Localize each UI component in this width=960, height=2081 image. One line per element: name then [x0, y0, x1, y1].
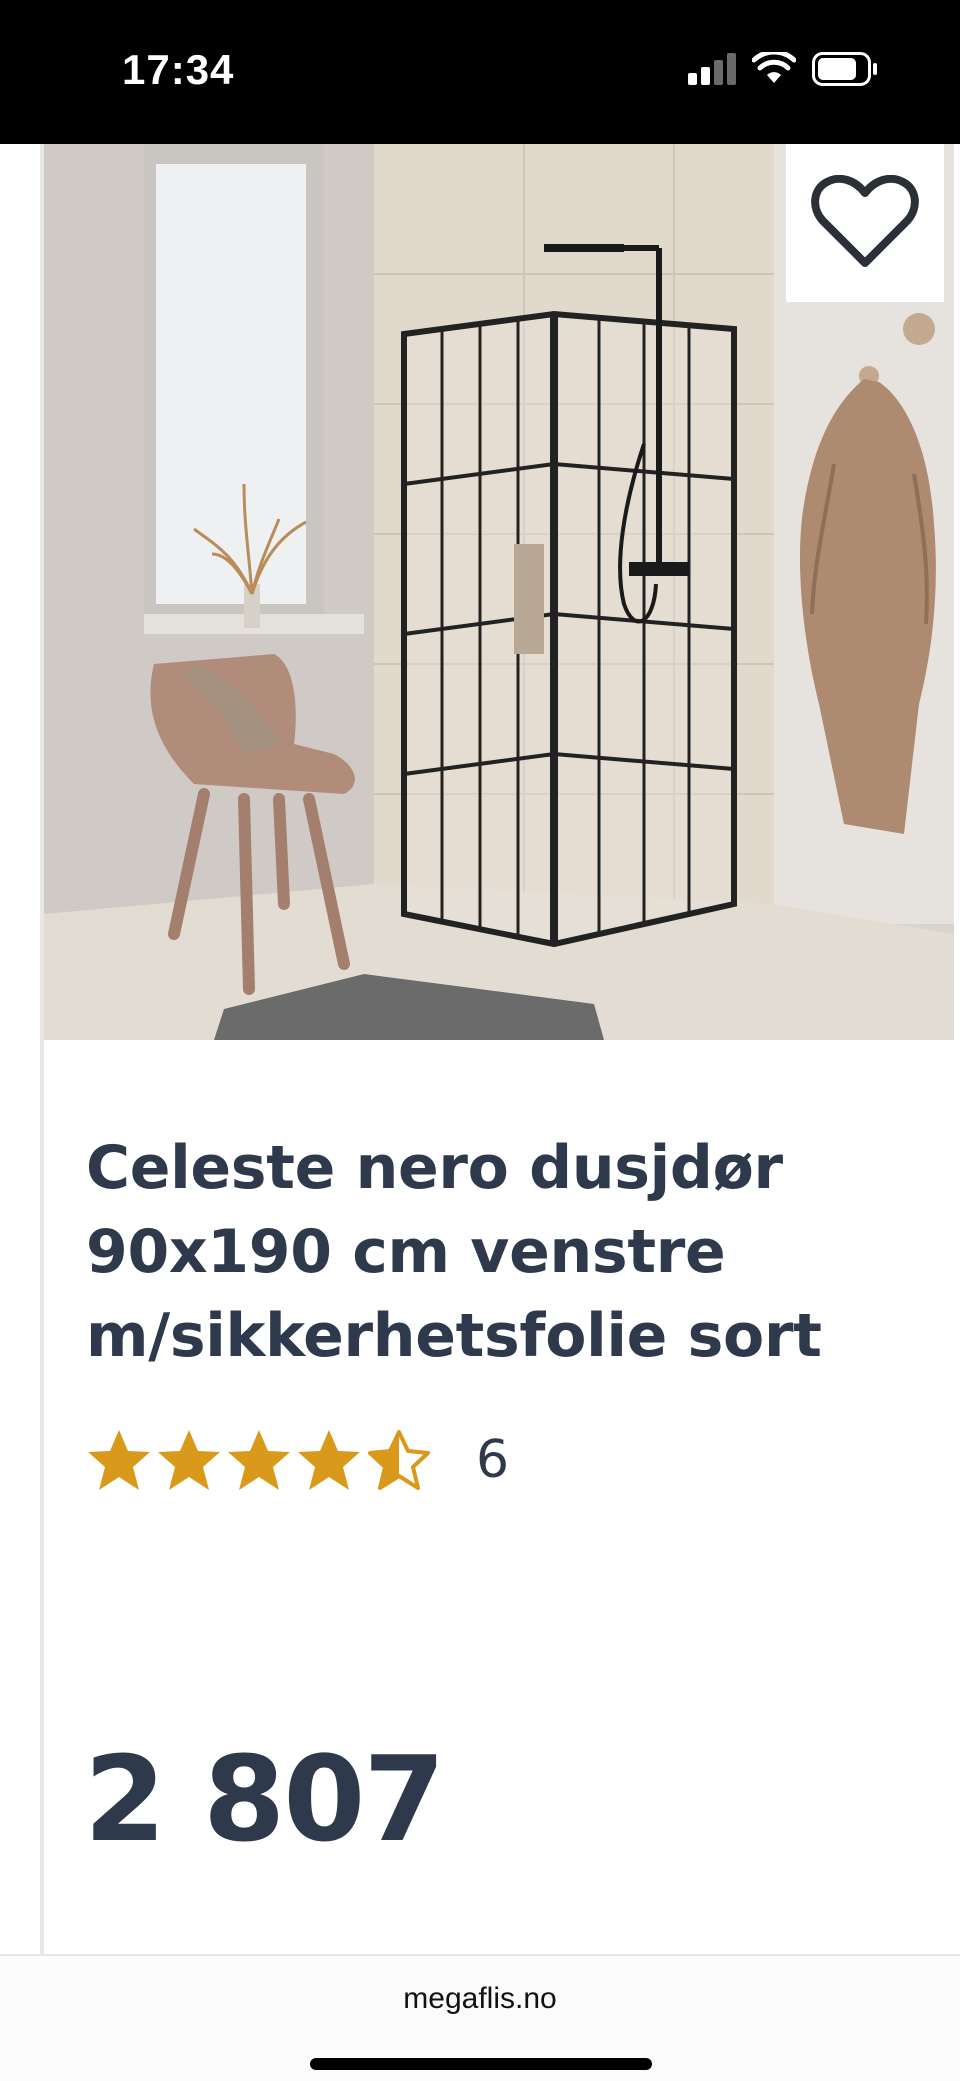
star-full-icon	[86, 1428, 152, 1492]
battery-icon	[812, 52, 878, 86]
status-bar: 17:34	[0, 0, 960, 144]
wifi-icon	[752, 52, 796, 86]
heart-outline-icon	[811, 175, 919, 271]
product-price: 2 807	[84, 1730, 445, 1868]
product-card[interactable]: Celeste nero dusjdør 90x190 cm venstre m…	[44, 144, 960, 1954]
star-full-icon	[226, 1428, 292, 1492]
product-rating[interactable]: 6	[86, 1428, 509, 1492]
star-full-icon	[156, 1428, 222, 1492]
cellular-signal-icon	[688, 53, 736, 85]
status-icons	[688, 52, 878, 86]
star-half-icon	[366, 1428, 432, 1492]
product-title[interactable]: Celeste nero dusjdør 90x190 cm venstre m…	[86, 1126, 936, 1378]
rating-stars	[86, 1428, 432, 1492]
web-page: Celeste nero dusjdør 90x190 cm venstre m…	[0, 144, 960, 1954]
favorite-button[interactable]	[786, 144, 944, 302]
star-full-icon	[296, 1428, 362, 1492]
browser-address-bar[interactable]: megaflis.no	[0, 1954, 960, 2081]
status-time: 17:34	[122, 46, 235, 93]
home-indicator[interactable]	[310, 2058, 652, 2070]
review-count: 6	[476, 1430, 510, 1490]
url-text[interactable]: megaflis.no	[0, 1982, 960, 2016]
